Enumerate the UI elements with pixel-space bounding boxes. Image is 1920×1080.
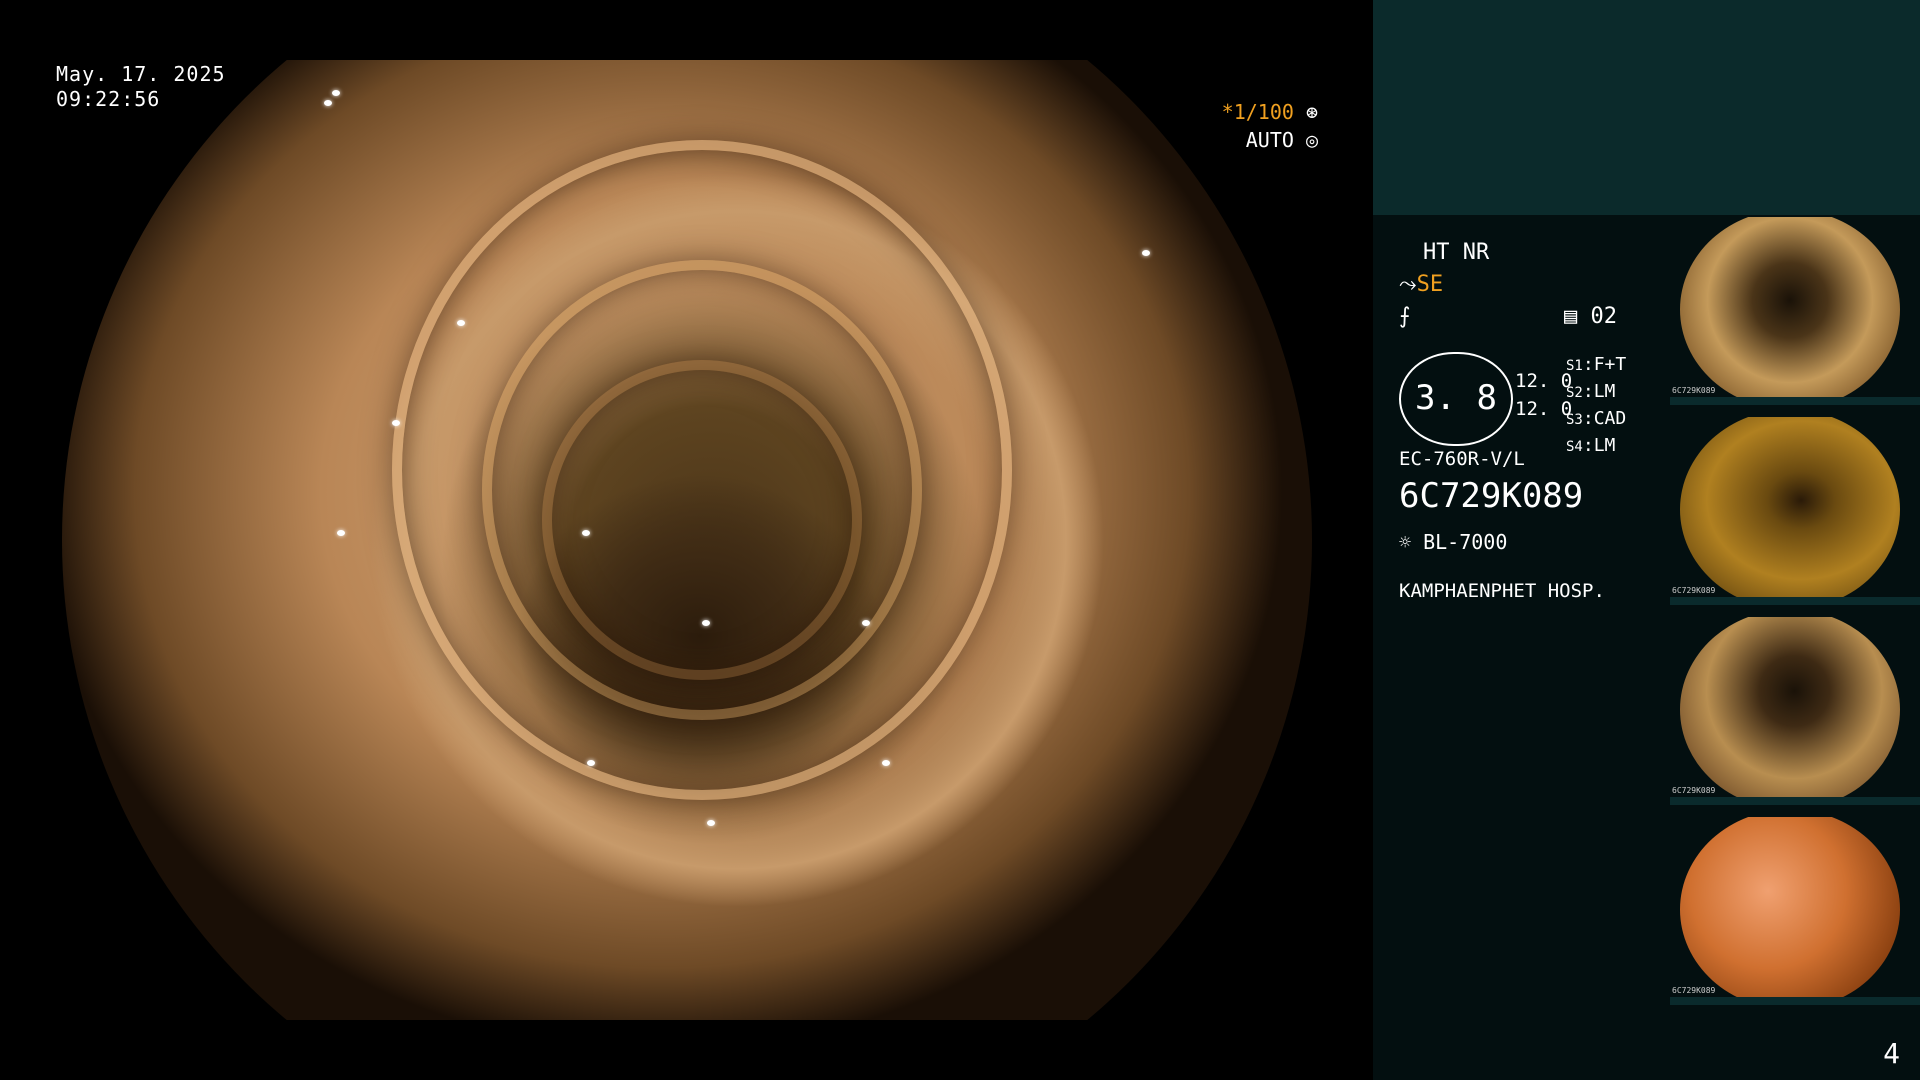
hospital-name: KAMPHAENPHET HOSP. [1399, 580, 1605, 602]
timestamp: May. 17. 2025 09:22:56 [56, 62, 226, 112]
switch-key: S3 [1566, 412, 1583, 428]
page-number: 4 [1883, 1037, 1900, 1070]
mode-text: HT NR [1423, 240, 1490, 265]
filter-icon: ⨍ [1399, 304, 1411, 329]
thumbnail-2[interactable]: 6C729K089 [1670, 415, 1920, 605]
iris-text: AUTO [1245, 128, 1294, 152]
date-text: May. 17. 2025 [56, 62, 226, 86]
thumbnail-3[interactable]: 6C729K089 [1670, 615, 1920, 805]
colon-lumen-image [62, 60, 1312, 1020]
thumbnail-label: 6C729K089 [1672, 386, 1716, 395]
zoom-value: 3. 8 [1415, 378, 1497, 418]
info-panel: HT NR ⤳SE ⨍ ▤ 02 3. 8 12. 0 12. 0 S1:F+T… [1373, 0, 1920, 1080]
switch-value: LM [1593, 435, 1616, 456]
switch-key: S2 [1566, 385, 1583, 401]
switch-value: LM [1593, 381, 1616, 402]
zoom-gauge: 3. 8 [1399, 352, 1513, 446]
endoscope-view: May. 17. 2025 09:22:56 *1/100 ⊛ AUTO ◎ [0, 0, 1373, 1080]
switch-list: S1:F+T S2:LM S3:CAD S4:LM [1566, 354, 1627, 456]
shutter-indicator: *1/100 ⊛ AUTO ◎ [1222, 98, 1318, 154]
scale-b: 12. 0 [1515, 398, 1573, 420]
thumbnail-label: 6C729K089 [1672, 586, 1716, 595]
thumbnail-1[interactable]: 6C729K089 [1670, 215, 1920, 405]
shutter-text: *1/100 [1221, 100, 1294, 124]
switch-value: F+T [1593, 354, 1627, 375]
switch-value: CAD [1593, 408, 1627, 429]
enhance-text: SE [1416, 272, 1444, 297]
thumbnail-4[interactable]: 6C729K089 [1670, 815, 1920, 1005]
shutter-icon: ⊛ [1293, 100, 1318, 124]
switch-key: S4 [1566, 439, 1583, 455]
scope-serial: 6C729K089 [1399, 476, 1584, 516]
enhance-icon: ⤳ [1399, 272, 1417, 297]
light-source-icon: ☼ [1399, 530, 1412, 554]
thumbnail-label: 6C729K089 [1672, 986, 1716, 995]
panel-header-block [1373, 0, 1920, 215]
memory-channel: 02 [1590, 304, 1618, 329]
scale-a: 12. 0 [1515, 370, 1573, 392]
memory-icon: ▤ [1564, 304, 1578, 329]
light-source-text: BL-7000 [1423, 530, 1508, 554]
iris-icon: ◎ [1293, 128, 1318, 152]
time-text: 09:22:56 [56, 87, 161, 111]
scope-model: EC-760R-V/L [1399, 448, 1525, 470]
thumbnail-label: 6C729K089 [1672, 786, 1716, 795]
switch-key: S1 [1566, 358, 1583, 374]
